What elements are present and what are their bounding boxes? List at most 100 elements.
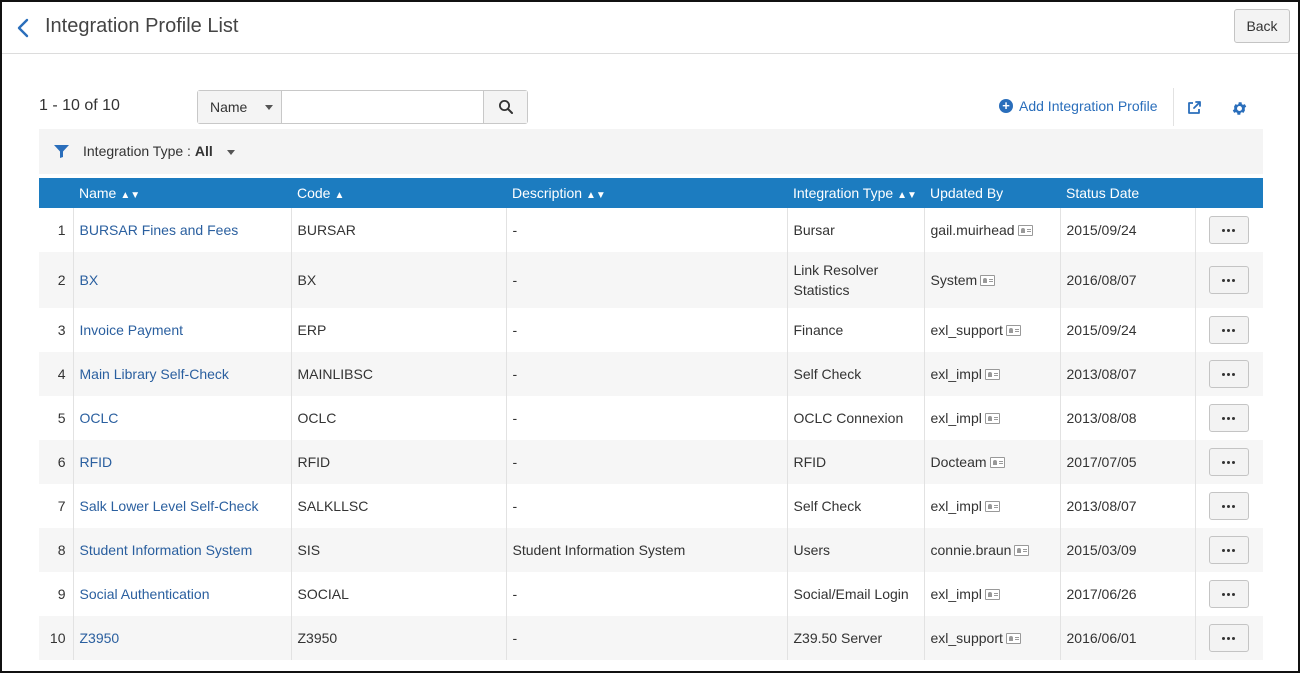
profile-code: BX [291,252,507,308]
dot-icon [1222,278,1225,282]
user-card-icon[interactable] [984,413,1000,424]
user-card-icon[interactable] [1005,633,1021,644]
dot-icon [1222,636,1225,640]
dot-icon [1227,372,1230,376]
search-button[interactable] [483,91,527,123]
status-date: 2017/06/26 [1060,572,1196,616]
user-card-icon[interactable] [1017,225,1033,236]
table-row: 10 Z3950 Z3950- Z39.50 Server exl_support 201… [39,616,1263,660]
updated-by-cell: System [924,252,1061,308]
user-card-icon[interactable] [984,589,1000,600]
profile-name-link[interactable]: Invoice Payment [80,322,184,338]
row-actions-button[interactable] [1208,404,1249,432]
updated-by-cell: exl_support [924,616,1061,660]
back-button[interactable]: Back [1234,9,1290,43]
dot-icon [1222,328,1225,332]
table-row: 6 RFID RFID - RFID Docteam 2017/07/05 [39,440,1263,484]
dot-icon [1222,460,1225,464]
table-row: 5 OCLC OCLC - OCLC Connexion exl_impl 2013/08/… [39,396,1263,440]
profile-code: Z3950 [291,616,507,660]
row-actions-button[interactable] [1208,492,1249,520]
row-number: 1 [39,208,74,252]
profile-name-link[interactable]: Student Information System [80,542,253,558]
user-card-icon[interactable] [989,457,1005,468]
profile-code: BURSAR [291,208,507,252]
user-card-icon[interactable] [980,275,996,286]
profile-description: - [506,352,788,396]
profile-code: ERP [291,308,507,352]
profile-name-link[interactable]: Z3950 [80,630,120,646]
row-actions-button[interactable] [1208,216,1249,244]
add-integration-profile-button[interactable]: + Add Integration Profile [999,98,1158,114]
updated-by: gail.muirhead [930,222,1015,238]
status-date: 2017/07/05 [1060,440,1196,484]
table-row: 9 Social Authentication SOCIAL - Social/Emai… [39,572,1263,616]
status-date: 2013/08/08 [1060,396,1196,440]
updated-by: System [930,272,978,288]
row-actions-cell [1195,252,1263,308]
updated-by: exl_impl [930,410,982,426]
updated-by: exl_impl [930,498,982,514]
profile-name-link[interactable]: Salk Lower Level Self-Check [80,498,259,514]
updated-by-cell: exl_impl [924,484,1061,528]
export-icon[interactable] [1186,100,1202,119]
row-actions-cell [1195,616,1263,660]
table-body: 1 BURSAR Fines and Fees BURSAR - Bursar gail.… [39,208,1263,660]
row-actions-cell [1195,484,1263,528]
col-code[interactable]: Code ▲ [291,178,506,208]
list-toolbar: 1 - 10 of 10 Name + Add Integration Prof… [2,88,1298,128]
profile-code: SOCIAL [291,572,507,616]
toolbar-divider [1173,88,1174,126]
profile-name-link[interactable]: RFID [80,454,113,470]
integration-type-filter[interactable]: Integration Type : All [83,143,235,159]
profile-name-link[interactable]: OCLC [80,410,119,426]
updated-by-cell: Docteam [924,440,1061,484]
user-card-icon[interactable] [1014,545,1030,556]
profile-name-link[interactable]: BX [80,272,99,288]
gear-icon[interactable] [1231,100,1248,120]
results-count: 1 - 10 of 10 [39,97,120,114]
col-name-label: Name [79,185,117,201]
row-actions-button[interactable] [1208,360,1249,388]
col-integration-type[interactable]: Integration Type ▲▼ [787,178,924,208]
row-number: 7 [39,484,74,528]
profile-name-link[interactable]: Main Library Self-Check [80,366,229,382]
profile-name-link[interactable]: BURSAR Fines and Fees [80,222,239,238]
table-header-row: Name ▲▼ Code ▲ Description ▲▼ Integration T… [39,178,1263,208]
add-integration-profile-label: Add Integration Profile [1019,98,1158,114]
user-card-icon[interactable] [984,369,1000,380]
profile-name-link[interactable]: Social Authentication [80,586,210,602]
profile-integration-type: Self Check [787,352,925,396]
dot-icon [1222,416,1225,420]
row-actions-button[interactable] [1208,536,1249,564]
dot-icon [1227,278,1230,282]
dot-icon [1232,372,1235,376]
dot-icon [1232,548,1235,552]
dot-icon [1227,328,1230,332]
col-status-date: Status Date [1060,178,1195,208]
search-input[interactable] [282,91,483,123]
row-actions-button[interactable] [1208,266,1249,294]
row-actions-cell [1195,352,1263,396]
row-actions-button[interactable] [1208,624,1249,652]
row-actions-button[interactable] [1208,316,1249,344]
updated-by: Docteam [930,454,987,470]
row-actions-button[interactable] [1208,580,1249,608]
updated-by: exl_support [930,630,1003,646]
back-arrow-icon[interactable] [14,16,34,40]
row-actions-button[interactable] [1208,448,1249,476]
profile-name-cell: Social Authentication [73,572,292,616]
profile-description: - [506,308,788,352]
col-description[interactable]: Description ▲▼ [506,178,787,208]
search-field-dropdown[interactable]: Name [198,91,282,123]
col-name[interactable]: Name ▲▼ [73,178,291,208]
updated-by-cell: exl_support [924,308,1061,352]
page-title: Integration Profile List [45,15,239,37]
profiles-table-container: Name ▲▼ Code ▲ Description ▲▼ Integration T… [39,178,1263,660]
profile-description: - [506,484,788,528]
row-actions-cell [1195,208,1263,252]
row-actions-cell [1195,440,1263,484]
user-card-icon[interactable] [1005,325,1021,336]
user-card-icon[interactable] [984,501,1000,512]
status-date: 2013/08/07 [1060,484,1196,528]
